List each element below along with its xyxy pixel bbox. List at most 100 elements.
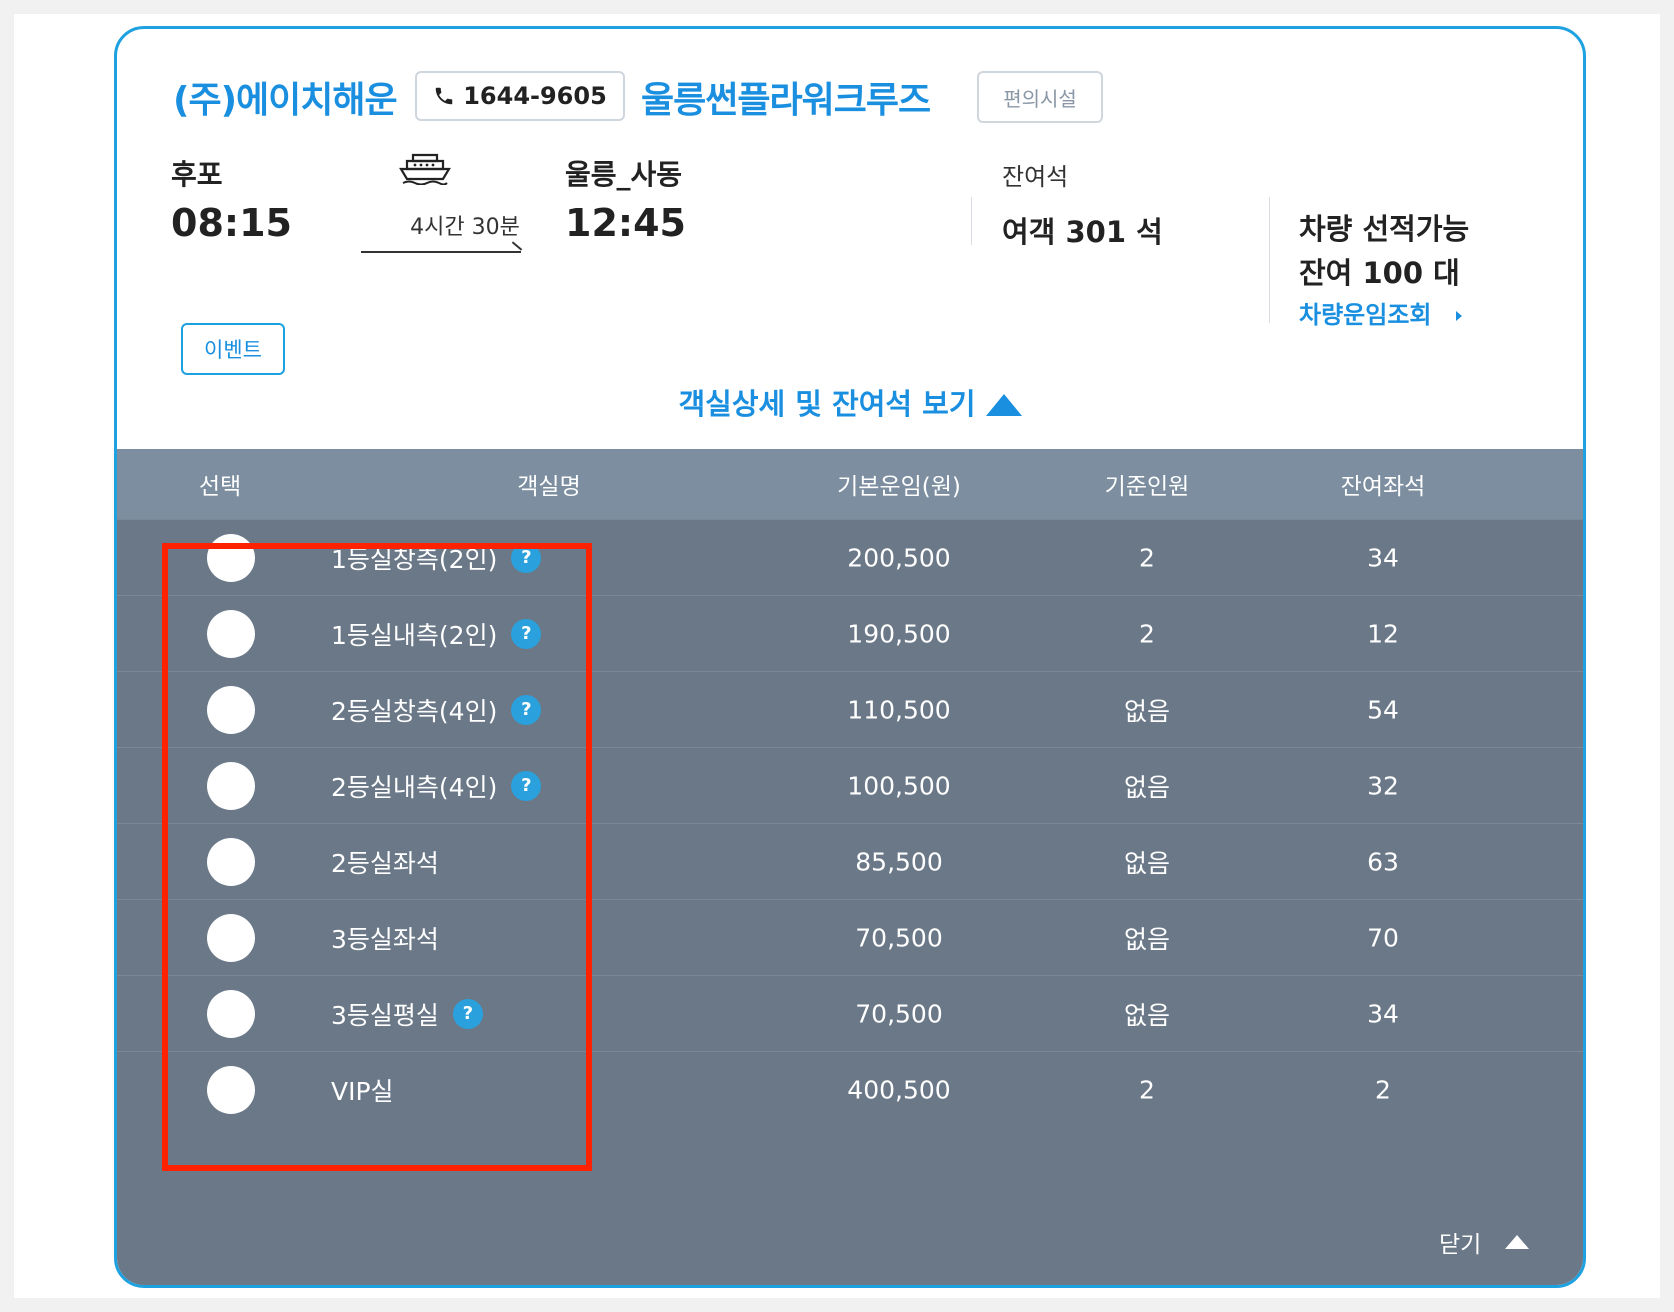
room-fare: 70,500 [855, 923, 943, 952]
room-fare: 200,500 [847, 543, 951, 572]
room-name-cell: 1등실내측(2인)? [331, 616, 542, 652]
vehicle-fare-link[interactable]: 차량운임조회 [1299, 295, 1464, 330]
caret-right-icon [1455, 311, 1462, 321]
trip-duration: 4시간 30분 [410, 215, 520, 240]
room-fare: 70,500 [855, 999, 943, 1028]
help-icon[interactable]: ? [511, 618, 542, 649]
remaining-seats-label: 잔여석 [1002, 163, 1069, 191]
vehicle-remaining: 잔여 100 대 [1299, 256, 1460, 290]
room-detail-toggle-label: 객실상세 및 잔여석 보기 [678, 387, 976, 421]
room-name: VIP실 [331, 1076, 394, 1106]
room-radio[interactable] [207, 913, 255, 962]
triangle-up-icon [985, 394, 1022, 416]
room-name: 2등실창측(4인) [331, 696, 498, 726]
room-remaining: 2 [1375, 1075, 1391, 1104]
arrival-port: 울릉_사동 [565, 158, 683, 191]
phone-number: 1644-9605 [463, 82, 607, 110]
table-row[interactable]: 3등실좌석 70,500 없음 70 [117, 899, 1583, 975]
room-name: 1등실창측(2인) [331, 544, 498, 574]
room-fare: 85,500 [855, 847, 943, 876]
help-icon[interactable]: ? [511, 542, 542, 573]
room-radio[interactable] [207, 761, 255, 810]
room-name-cell: 2등실내측(4인)? [331, 768, 542, 804]
room-radio[interactable] [207, 989, 255, 1038]
room-capacity: 2 [1139, 1075, 1155, 1104]
departure-port: 후포 [171, 158, 223, 191]
room-name-cell: 3등실평실? [331, 996, 483, 1032]
vehicle-fare-label: 차량운임조회 [1299, 301, 1432, 329]
vehicle-status: 차량 선적가능 [1299, 212, 1470, 246]
room-capacity: 없음 [1123, 1000, 1171, 1030]
room-radio[interactable] [207, 685, 255, 734]
ferry-schedule-card: (주)에이치해운 1644-9605 울릉썬플라워크루즈 편의시설 후포 08:… [114, 26, 1586, 1288]
header-capacity: 기준인원 [1104, 474, 1190, 500]
vehicle-capacity: 차량 선적가능 잔여 100 대 [1299, 207, 1469, 295]
vehicle-divider [1269, 197, 1270, 323]
table-row[interactable]: 1등실창측(2인)? 200,500 2 34 [117, 519, 1583, 595]
phone-button[interactable]: 1644-9605 [415, 71, 625, 121]
room-capacity: 없음 [1123, 848, 1171, 878]
room-table: 선택 객실명 기본운임(원) 기준인원 잔여좌석 1등실창측(2인)? 200,5… [117, 449, 1583, 1285]
room-name: 3등실평실 [331, 1000, 439, 1030]
table-row[interactable]: 2등실내측(4인)? 100,500 없음 32 [117, 747, 1583, 823]
route-arrow-line [361, 251, 521, 253]
help-icon[interactable]: ? [511, 770, 542, 801]
header-room-name: 객실명 [517, 474, 581, 500]
room-detail-toggle[interactable]: 객실상세 및 잔여석 보기 [117, 381, 1583, 423]
room-capacity: 없음 [1123, 696, 1171, 726]
seats-divider [971, 197, 972, 245]
room-name-cell: 3등실좌석 [331, 920, 439, 956]
room-radio[interactable] [207, 837, 255, 886]
room-name-cell: VIP실 [331, 1072, 394, 1108]
header-select: 선택 [198, 474, 242, 500]
room-remaining: 12 [1367, 619, 1399, 648]
room-fare: 190,500 [847, 619, 951, 648]
departure-time: 08:15 [171, 201, 292, 245]
passenger-seats: 여객 301 석 [1002, 215, 1163, 249]
room-name: 3등실좌석 [331, 924, 439, 954]
table-row[interactable]: 1등실내측(2인)? 190,500 2 12 [117, 595, 1583, 671]
ship-icon [399, 153, 451, 185]
room-radio[interactable] [207, 609, 255, 658]
event-button[interactable]: 이벤트 [181, 323, 285, 375]
room-remaining: 54 [1367, 695, 1399, 724]
table-row[interactable]: 2등실좌석 85,500 없음 63 [117, 823, 1583, 899]
ship-name: 울릉썬플라워크루즈 [641, 80, 931, 121]
table-row[interactable]: 3등실평실? 70,500 없음 34 [117, 975, 1583, 1051]
table-row[interactable]: 2등실창측(4인)? 110,500 없음 54 [117, 671, 1583, 747]
room-name-cell: 2등실좌석 [331, 844, 439, 880]
room-fare: 100,500 [847, 771, 951, 800]
header-remaining: 잔여좌석 [1340, 474, 1426, 500]
table-header: 선택 객실명 기본운임(원) 기준인원 잔여좌석 [117, 449, 1583, 519]
room-capacity: 2 [1139, 543, 1155, 572]
facility-button[interactable]: 편의시설 [977, 71, 1103, 123]
room-fare: 400,500 [847, 1075, 951, 1104]
help-icon[interactable]: ? [452, 998, 483, 1029]
room-name-cell: 1등실창측(2인)? [331, 540, 542, 576]
room-radio[interactable] [207, 533, 255, 582]
company-name: (주)에이치해운 [173, 80, 398, 121]
room-name: 1등실내측(2인) [331, 620, 498, 650]
table-row[interactable]: VIP실 400,500 2 2 [117, 1051, 1583, 1127]
triangle-up-icon [1505, 1235, 1530, 1249]
room-name: 2등실좌석 [331, 848, 439, 878]
room-radio[interactable] [207, 1065, 255, 1114]
room-name: 2등실내측(4인) [331, 772, 498, 802]
room-remaining: 34 [1367, 543, 1399, 572]
route-arrow-head [511, 241, 523, 251]
room-remaining: 34 [1367, 999, 1399, 1028]
arrival-time: 12:45 [565, 201, 686, 245]
room-remaining: 63 [1367, 847, 1399, 876]
close-label: 닫기 [1439, 1232, 1482, 1258]
room-capacity: 없음 [1123, 924, 1171, 954]
room-remaining: 70 [1367, 923, 1399, 952]
phone-icon [435, 87, 453, 105]
room-capacity: 2 [1139, 619, 1155, 648]
room-name-cell: 2등실창측(4인)? [331, 692, 542, 728]
help-icon[interactable]: ? [511, 694, 542, 725]
room-fare: 110,500 [847, 695, 951, 724]
close-button[interactable]: 닫기 [1439, 1225, 1530, 1259]
room-capacity: 없음 [1123, 772, 1171, 802]
room-remaining: 32 [1367, 771, 1399, 800]
header-fare: 기본운임(원) [837, 474, 961, 500]
